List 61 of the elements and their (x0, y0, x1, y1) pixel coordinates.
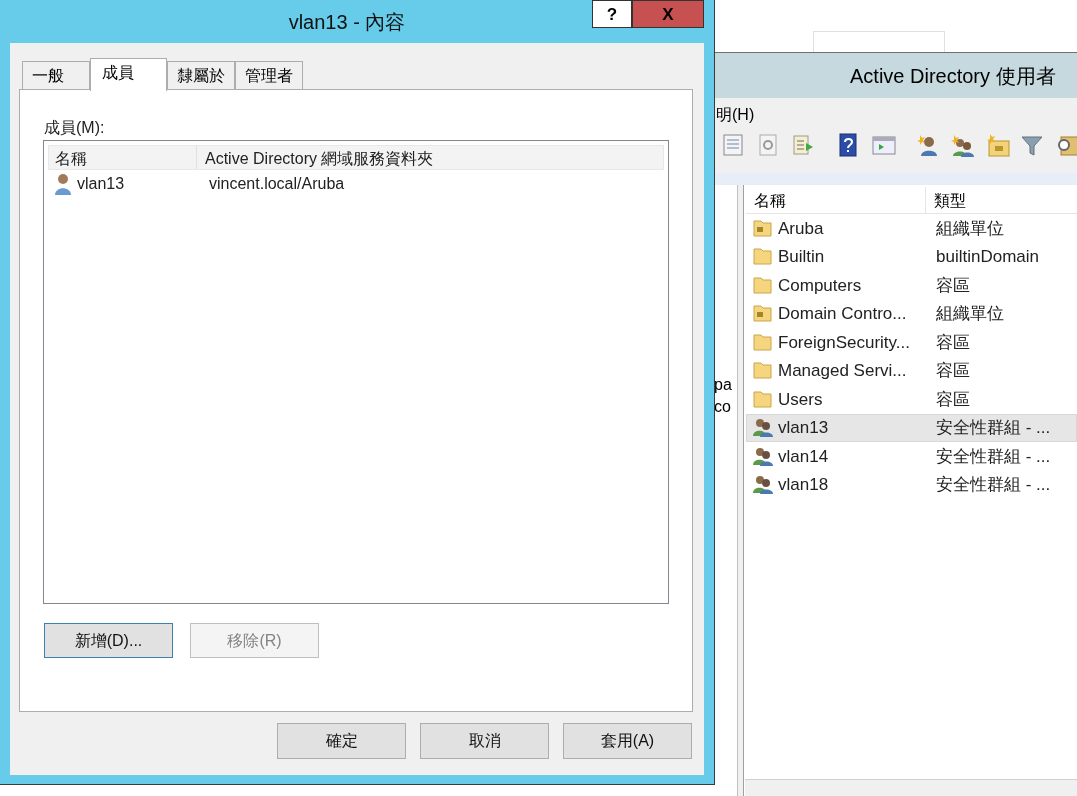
help-button[interactable]: ? (592, 0, 632, 28)
item-name[interactable]: Computers (774, 272, 931, 298)
tab[interactable]: 隸屬於 (167, 61, 235, 91)
column-header[interactable]: 名稱 (746, 187, 926, 213)
member-name: vlan13 (76, 174, 126, 194)
item-name[interactable]: Managed Servi... (774, 358, 931, 384)
folder-icon (753, 331, 774, 353)
new-group-icon[interactable] (950, 133, 976, 159)
item-name[interactable]: Domain Contro... (774, 301, 931, 327)
tree-item[interactable]: pa (714, 377, 737, 393)
scroll-bar[interactable] (745, 779, 1077, 796)
group-icon (753, 474, 774, 496)
item-name[interactable]: vlan13 (774, 415, 931, 441)
folder-icon (753, 274, 774, 296)
pane-splitter[interactable] (738, 185, 744, 796)
list-label: 成員(M): (44, 118, 105, 138)
folder-icon (753, 360, 774, 382)
search-icon[interactable] (1055, 133, 1077, 159)
item-name[interactable]: Users (774, 386, 931, 412)
item-type: builtinDomain (935, 246, 1039, 268)
tab[interactable]: 成員 (90, 58, 167, 91)
item-type: 容區 (935, 274, 970, 297)
group-icon (753, 445, 774, 467)
user-icon (54, 173, 72, 195)
group-icon (753, 417, 774, 439)
dialog-button[interactable]: 套用(A) (563, 723, 692, 759)
dialog-button[interactable]: 取消 (420, 723, 549, 759)
column-header[interactable]: 名稱 (49, 146, 197, 169)
window-title: Active Directory 使用者 (850, 63, 1056, 89)
folder-icon (753, 246, 774, 268)
close-button[interactable]: X (632, 0, 704, 28)
menu-item[interactable]: 明(H) (716, 102, 755, 127)
item-name[interactable]: Builtin (774, 244, 931, 270)
tab[interactable]: 管理者 (235, 61, 303, 91)
item-type: 容區 (935, 331, 970, 354)
column-header[interactable]: Active Directory 網域服務資料夾 (197, 146, 663, 169)
item-name[interactable]: Aruba (774, 215, 931, 241)
item-type: 安全性群組 - ... (935, 445, 1051, 468)
folder-icon (753, 388, 774, 410)
item-type: 安全性群組 - ... (935, 474, 1051, 496)
member-folder: vincent.local/Aruba (208, 174, 345, 194)
item-type: 組織單位 (935, 217, 1004, 240)
list-button[interactable]: 新增(D)... (44, 623, 173, 658)
column-header[interactable]: 類型 (926, 187, 1077, 213)
folder-icon (753, 217, 774, 239)
item-name[interactable]: vlan18 (774, 472, 931, 498)
item-type: 組織單位 (935, 303, 1004, 325)
item-name[interactable]: ForeignSecurity... (774, 329, 931, 355)
list-row[interactable]: vlan13 安全性群組 - ... (746, 413, 1077, 442)
tab[interactable]: 一般 (22, 61, 90, 91)
column-header[interactable] (813, 31, 945, 52)
item-type: 安全性群組 - ... (935, 417, 1051, 439)
filter-icon[interactable] (1020, 133, 1046, 159)
new-folder-icon[interactable] (985, 133, 1011, 159)
folder-icon (753, 303, 774, 325)
dialog-button[interactable]: 確定 (277, 723, 406, 759)
item-type: 容區 (935, 360, 970, 382)
tree-item[interactable]: co (714, 399, 737, 415)
item-name[interactable]: vlan14 (774, 443, 931, 469)
item-type: 容區 (935, 388, 970, 411)
dialog-title: vlan13 - 內容 (288, 9, 406, 35)
